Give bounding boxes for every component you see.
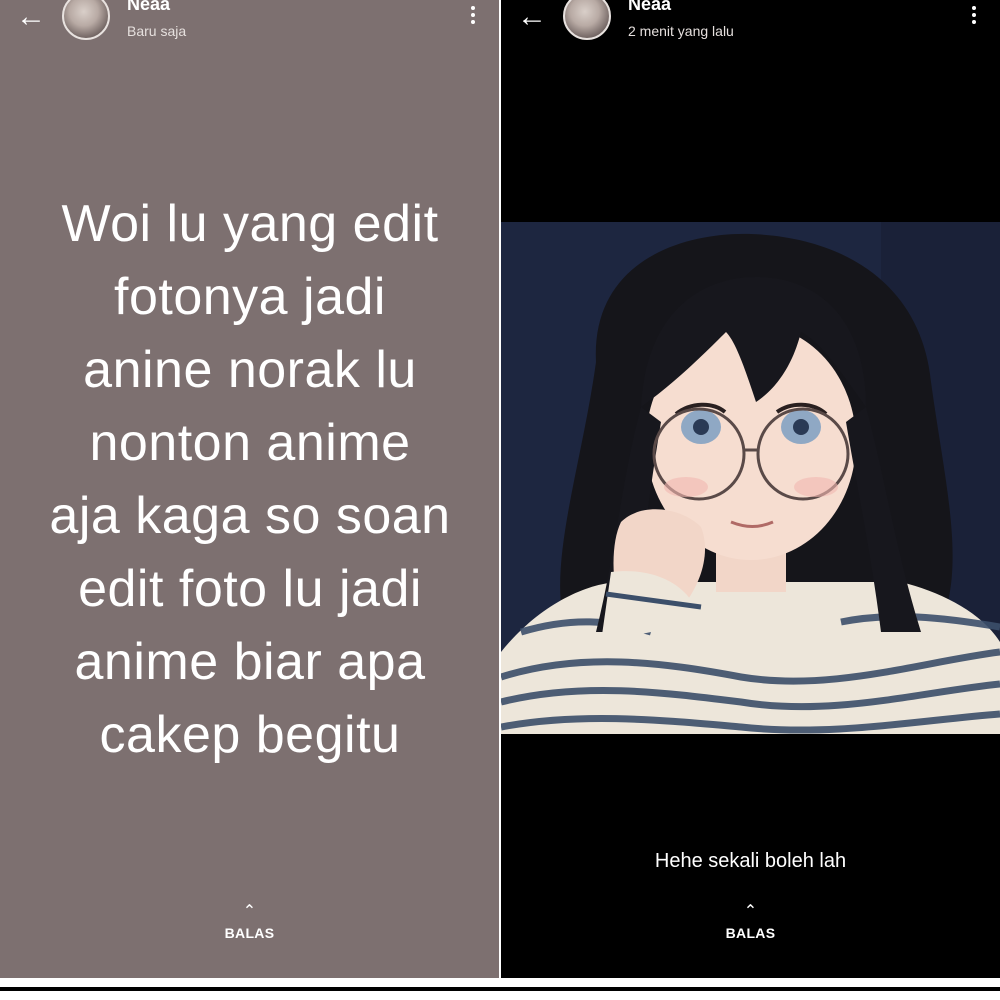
status-header: ← Neaa 2 menit yang lalu [501,0,1000,50]
status-text: Woi lu yang edit fotonya jadi anine nora… [10,188,490,772]
reply-button[interactable]: ⌃ BALAS [0,903,499,942]
more-vertical-icon[interactable] [970,6,978,30]
more-vertical-icon[interactable] [469,6,477,30]
reply-label: BALAS [224,925,275,941]
status-text-line: Woi lu yang edit [61,195,439,253]
reply-label: BALAS [725,925,776,941]
status-text-line: anine norak lu [83,341,417,399]
bottom-border [0,978,1000,1000]
status-time: Baru saja [127,23,187,39]
reply-button[interactable]: ⌃ BALAS [501,903,1000,942]
status-text-line: nonton anime [89,414,411,472]
status-text-line: aja kaga so soan [49,487,451,545]
chevron-up-icon: ⌃ [242,903,257,920]
contact-name: Neaa [127,0,171,14]
status-text-line: edit foto lu jadi [78,560,422,618]
avatar[interactable] [563,0,611,40]
back-arrow-icon[interactable]: ← [14,2,48,32]
back-arrow-icon[interactable]: ← [515,2,549,32]
status-text-line: anime biar apa [74,633,426,691]
status-panel-right: ← Neaa 2 menit yang lalu Hehe sekali bol… [501,0,1000,978]
status-panel-left: ← Neaa Baru saja Woi lu yang edit fotony… [0,0,499,978]
contact-name: Neaa [628,0,672,14]
status-caption: Hehe sekali boleh lah [654,850,847,872]
avatar[interactable] [62,0,110,40]
status-photo [501,222,1000,734]
status-header: ← Neaa Baru saja [0,0,499,50]
status-time: 2 menit yang lalu [628,23,734,39]
anime-girl-illustration [501,222,1000,734]
status-text-line: fotonya jadi [114,268,386,326]
chevron-up-icon: ⌃ [743,903,758,920]
status-text-line: cakep begitu [99,706,401,764]
